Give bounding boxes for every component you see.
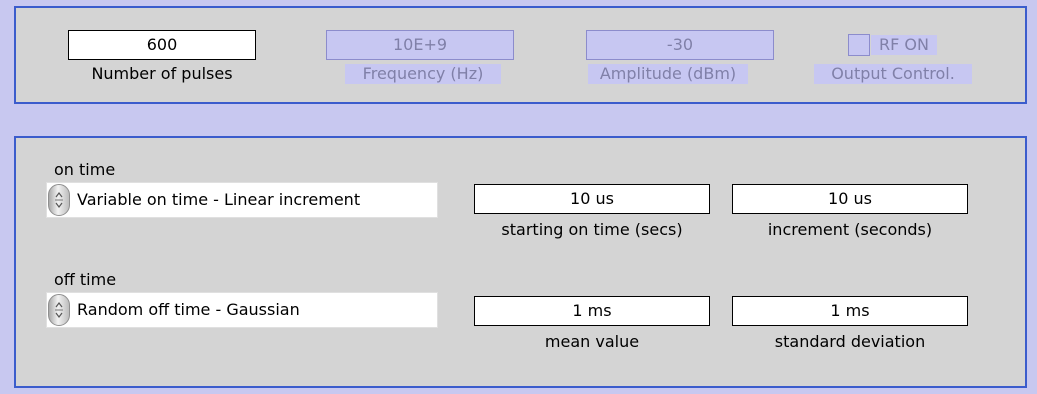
frequency-label: Frequency (Hz) — [345, 64, 501, 84]
number-of-pulses-input[interactable]: 600 — [68, 30, 256, 60]
on-time-caption: on time — [54, 160, 116, 179]
rf-on-checkbox[interactable] — [848, 34, 870, 56]
mean-value-label: mean value — [544, 332, 640, 351]
off-time-mode-value: Random off time - Gaussian — [77, 300, 300, 319]
on-time-mode-value: Variable on time - Linear increment — [77, 190, 361, 209]
starting-on-time-label: starting on time (secs) — [501, 220, 683, 239]
standard-deviation-input[interactable]: 1 ms — [732, 296, 968, 326]
output-control-label: Output Control. — [814, 64, 972, 84]
increment-input[interactable]: 10 us — [732, 184, 968, 214]
amplitude-label: Amplitude (dBm) — [588, 64, 748, 84]
on-time-mode-selector[interactable]: Variable on time - Linear increment — [46, 182, 438, 218]
rf-on-label: RF ON — [871, 35, 937, 55]
pulse-settings-panel: 600 Number of pulses 10E+9 Frequency (Hz… — [14, 6, 1027, 104]
number-of-pulses-label: Number of pulses — [91, 64, 233, 83]
off-time-mode-selector[interactable]: Random off time - Gaussian — [46, 292, 438, 328]
timing-settings-panel: on time Variable on time - Linear increm… — [14, 136, 1027, 388]
off-time-caption: off time — [54, 270, 117, 289]
off-time-spinner-icon[interactable] — [48, 294, 70, 326]
mean-value-input[interactable]: 1 ms — [474, 296, 710, 326]
standard-deviation-label: standard deviation — [774, 332, 926, 351]
starting-on-time-input[interactable]: 10 us — [474, 184, 710, 214]
increment-label: increment (seconds) — [767, 220, 933, 239]
on-time-spinner-icon[interactable] — [48, 184, 70, 216]
frequency-input[interactable]: 10E+9 — [326, 30, 514, 60]
amplitude-input[interactable]: -30 — [586, 30, 774, 60]
